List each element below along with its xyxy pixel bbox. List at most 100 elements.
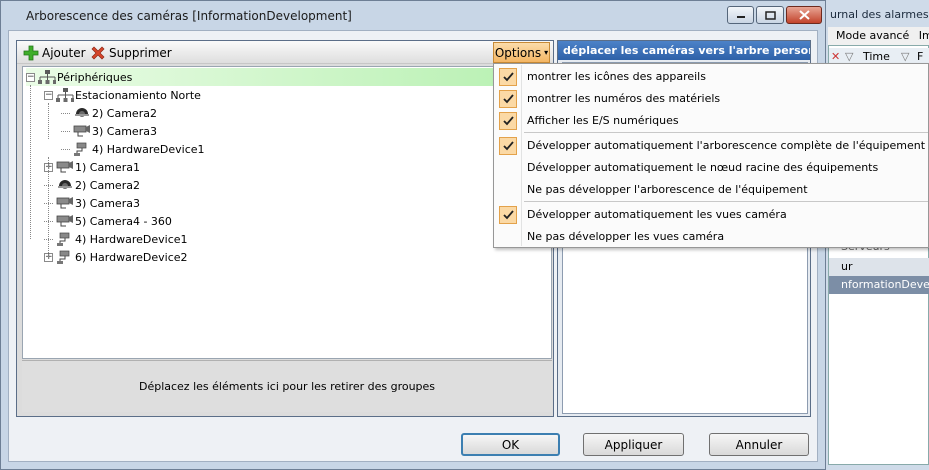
options-menu-label: Afficher les E/S numériques [527, 114, 679, 127]
tree-node-label: 4) HardwareDevice1 [75, 232, 188, 246]
options-menu-item[interactable]: montrer les icônes des appareils [494, 66, 928, 88]
options-menu-label: Ne pas développer l'arborescence de l'éq… [527, 183, 808, 196]
tree-connector [61, 112, 70, 114]
collapse-icon[interactable]: − [44, 90, 53, 100]
filter-icon[interactable]: ▽ [901, 50, 909, 63]
menu-separator [524, 132, 928, 133]
close-button[interactable] [786, 6, 822, 24]
check-icon [499, 206, 517, 224]
check-icon [499, 137, 517, 155]
tree-node[interactable]: +1) Camera1 [44, 158, 140, 176]
options-menu-label: Développer automatiquement l'arborescenc… [527, 139, 926, 152]
dome-camera-icon [73, 106, 89, 120]
tree-node-label: 2) Camera2 [92, 106, 157, 120]
box-camera-icon [56, 214, 73, 228]
check-icon [499, 68, 517, 86]
box-camera-icon [73, 124, 90, 138]
tree-node-label: Périphériques [57, 70, 133, 84]
filter-icon[interactable]: ▽ [845, 50, 853, 63]
network-icon [38, 70, 56, 84]
drop-zone-text: Déplacez les éléments ici pour les retir… [138, 380, 436, 393]
tree-node[interactable]: 2) Camera2 [61, 104, 157, 122]
network-icon [56, 88, 74, 102]
tree-connector [61, 130, 70, 132]
options-menu-label: Développer automatiquement le nœud racin… [527, 161, 879, 174]
tree-node[interactable]: 2) Camera2 [44, 176, 140, 194]
maximize-button[interactable] [756, 6, 784, 24]
menu-item-advanced-mode[interactable]: Mode avancé [836, 29, 909, 42]
custom-tree-header: déplacer les caméras vers l'arbre person… [558, 41, 810, 60]
box-camera-icon [56, 160, 73, 174]
add-label: Ajouter [42, 46, 86, 60]
collapse-icon[interactable]: − [26, 72, 35, 82]
options-menu-item[interactable]: Afficher les E/S numériques [494, 110, 928, 132]
hardware-device-icon [56, 232, 72, 246]
tree-toolbar: Ajouter Supprimer [17, 41, 553, 64]
tree-node[interactable]: 4) HardwareDevice1 [61, 140, 205, 158]
cancel-button[interactable]: Annuler [709, 433, 809, 456]
tree-connector [30, 85, 31, 239]
hardware-device-icon [73, 142, 89, 156]
options-menu-item[interactable]: Ne pas développer les vues caméra [494, 226, 928, 248]
delete-label: Supprimer [109, 46, 172, 60]
alarm-journal-title: urnal des alarmes - 4 [830, 8, 929, 21]
options-menu-item[interactable]: Développer automatiquement le nœud racin… [494, 157, 928, 179]
list-item[interactable]: ur [829, 258, 929, 276]
options-menu-item[interactable]: Développer automatiquement l'arborescenc… [494, 135, 928, 157]
tree-connector [48, 157, 49, 257]
tree-node-label: Estacionamiento Norte [75, 88, 201, 102]
tree-node[interactable]: − Périphériques [26, 68, 551, 86]
tree-node[interactable]: 3) Camera3 [44, 194, 140, 212]
options-menu-item[interactable]: Ne pas développer l'arborescence de l'éq… [494, 179, 928, 201]
list-item[interactable]: nformationDevelopm [829, 276, 929, 294]
close-icon [798, 10, 810, 20]
tree-node-label: 4) HardwareDevice1 [92, 142, 205, 156]
alarm-journal-menu: Mode avancé Im [828, 27, 929, 45]
tree-node[interactable]: − Estacionamiento Norte [44, 86, 201, 104]
check-icon [499, 90, 517, 108]
add-button[interactable]: Ajouter [23, 45, 86, 61]
options-menu: montrer les icônes des appareils montrer … [493, 63, 929, 248]
options-menu-label: Ne pas développer les vues caméra [527, 230, 725, 243]
options-menu-label: montrer les icônes des appareils [527, 70, 706, 83]
close-icon[interactable]: ✕ [831, 50, 840, 63]
column-f[interactable]: F [917, 50, 923, 63]
device-tree: − Périphériques − Estacionamiento Norte 2) C… [22, 66, 552, 359]
chevron-down-icon: ▾ [544, 48, 549, 57]
options-menu-item[interactable]: montrer les numéros des matériels [494, 88, 928, 110]
ok-button[interactable]: OK [461, 433, 560, 456]
tree-node-label: 5) Camera4 - 360 [75, 214, 172, 228]
options-menu-label: montrer les numéros des matériels [527, 92, 721, 105]
drop-zone[interactable]: Déplacez les éléments ici pour les retir… [22, 360, 552, 412]
tree-node-label: 3) Camera3 [75, 196, 140, 210]
delete-button[interactable]: Supprimer [90, 45, 172, 61]
options-button[interactable]: Options ▾ [493, 42, 550, 63]
tree-node[interactable]: +6) HardwareDevice2 [44, 248, 188, 266]
menu-separator [524, 201, 928, 202]
plus-icon [23, 45, 39, 61]
minimize-icon [736, 16, 745, 18]
tree-node-label: 1) Camera1 [75, 160, 140, 174]
apply-button[interactable]: Appliquer [583, 433, 684, 456]
maximize-icon [764, 10, 776, 20]
tree-node[interactable]: 3) Camera3 [61, 122, 157, 140]
tree-connector [48, 103, 49, 139]
options-menu-label: Développer automatiquement les vues camé… [527, 208, 787, 221]
menu-item-import[interactable]: Im [919, 29, 929, 42]
tree-node[interactable]: 4) HardwareDevice1 [44, 230, 188, 248]
check-icon [499, 112, 517, 130]
tree-connector [61, 148, 70, 150]
tree-node-label: 3) Camera3 [92, 124, 157, 138]
options-menu-item[interactable]: Développer automatiquement les vues camé… [494, 204, 928, 226]
box-camera-icon [56, 196, 73, 210]
alarm-grid-header: ✕ ▽ Time ▽ F [829, 48, 929, 64]
tree-node[interactable]: 5) Camera4 - 360 [44, 212, 172, 230]
dialog-title: Arborescence des caméras [InformationDev… [26, 9, 352, 23]
column-time[interactable]: Time [863, 50, 890, 63]
delete-icon [91, 46, 105, 60]
options-label: Options [494, 45, 542, 60]
dome-camera-icon [56, 178, 72, 192]
tree-node-label: 6) HardwareDevice2 [75, 250, 188, 264]
minimize-button[interactable] [727, 6, 754, 24]
tree-node-label: 2) Camera2 [75, 178, 140, 192]
